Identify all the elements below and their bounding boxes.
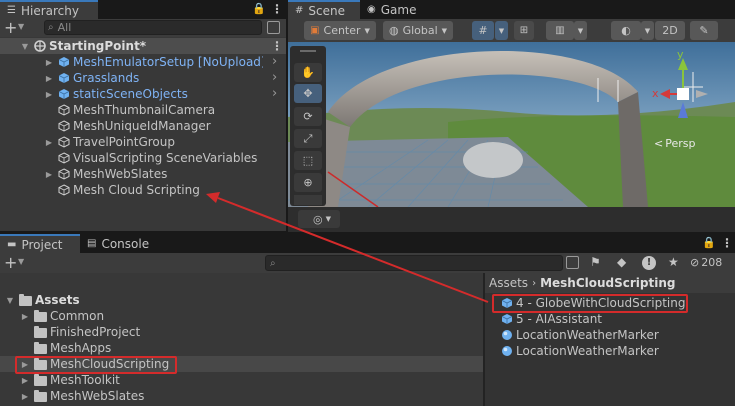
annotation-arrow	[206, 192, 489, 303]
